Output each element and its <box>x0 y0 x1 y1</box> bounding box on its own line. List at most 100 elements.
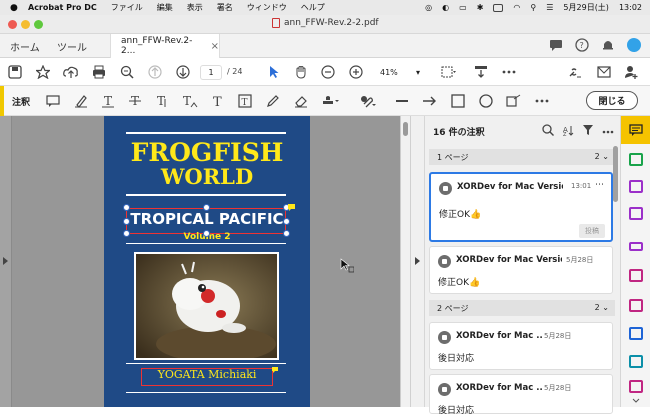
close-annotation-button[interactable]: 閉じる <box>586 91 638 110</box>
hand-tool-icon[interactable] <box>292 63 310 81</box>
more-options-icon[interactable] <box>602 124 614 139</box>
avatar[interactable] <box>626 37 642 53</box>
minimize-window-button[interactable] <box>21 20 30 29</box>
page-up-icon[interactable] <box>146 63 164 81</box>
resize-handle[interactable] <box>203 204 210 211</box>
document-canvas[interactable]: FROGFISH WORLD TROPICAL PACIFIC Volume 2 <box>0 116 410 407</box>
page-number-input[interactable]: 1 <box>200 65 222 80</box>
text-box-icon[interactable]: T <box>236 92 254 110</box>
edit-pdf-icon[interactable] <box>629 207 643 220</box>
expand-left-icon[interactable] <box>2 256 10 266</box>
rectangle-icon[interactable] <box>449 92 467 110</box>
menu-help[interactable]: ヘルプ <box>301 2 325 13</box>
scroll-thumb[interactable] <box>613 146 618 202</box>
scan-icon[interactable] <box>629 327 643 340</box>
forms-icon[interactable] <box>629 242 643 251</box>
resize-handle[interactable] <box>123 218 130 225</box>
comment-marker-icon[interactable] <box>288 204 296 212</box>
menu-date[interactable]: 5月29日(土) <box>563 2 609 13</box>
filter-icon[interactable] <box>582 124 594 139</box>
sort-icon[interactable]: AZ <box>562 124 574 139</box>
menu-app-name[interactable]: Acrobat Pro DC <box>28 3 97 12</box>
zoom-minus-icon[interactable] <box>319 63 337 81</box>
tab-document[interactable]: ann_FFW-Rev.2-2... × <box>110 34 220 58</box>
menu-edit[interactable]: 編集 <box>157 2 173 13</box>
arrow-icon[interactable] <box>421 92 439 110</box>
eraser-icon[interactable] <box>292 92 310 110</box>
resize-handle[interactable] <box>123 204 130 211</box>
comment-bubble-icon[interactable] <box>548 37 564 53</box>
creative-cloud-icon[interactable]: ◎ <box>425 3 432 12</box>
sticky-note-icon[interactable] <box>44 92 62 110</box>
comment-card[interactable]: XORDev for Mac ... 5月28日 後日対応 <box>429 374 613 416</box>
protect-icon[interactable] <box>629 380 643 393</box>
add-user-icon[interactable] <box>622 63 640 81</box>
pdf-page[interactable]: FROGFISH WORLD TROPICAL PACIFIC Volume 2 <box>104 116 310 407</box>
tab-home[interactable]: ホーム <box>10 34 40 58</box>
scroll-mode-icon[interactable] <box>472 63 490 81</box>
zoom-out-icon[interactable] <box>118 63 136 81</box>
comment-marker-icon[interactable] <box>272 367 279 374</box>
resize-handle[interactable] <box>123 230 130 237</box>
menu-window[interactable]: ウィンドウ <box>247 2 287 13</box>
zoom-plus-icon[interactable] <box>347 63 365 81</box>
resize-handle[interactable] <box>203 230 210 237</box>
email-icon[interactable] <box>595 63 613 81</box>
panel-scrollbar[interactable] <box>611 146 619 407</box>
bell-icon[interactable] <box>600 37 616 53</box>
star-icon[interactable] <box>34 63 52 81</box>
control-center-icon[interactable]: ☰ <box>546 3 553 12</box>
zoom-select[interactable]: 41% ▾ <box>376 65 424 80</box>
wifi-icon[interactable]: ◠ <box>513 3 520 12</box>
scroll-thumb[interactable] <box>403 122 408 136</box>
resize-handle[interactable] <box>283 230 290 237</box>
more-options-icon[interactable] <box>500 63 518 81</box>
chevron-down-icon[interactable] <box>632 398 640 404</box>
more-annotation-tools-icon[interactable] <box>533 92 551 110</box>
bluetooth-icon[interactable]: ✱ <box>477 3 484 12</box>
text-strikethrough-icon[interactable]: T <box>126 92 144 110</box>
text-insert-icon[interactable]: T <box>181 92 199 110</box>
fit-page-icon[interactable] <box>440 63 458 81</box>
comment-card-active[interactable]: XORDev for Mac Version 13:01 ⋯ 修正OK👍 投稿 <box>429 172 613 242</box>
post-button[interactable]: 投稿 <box>579 224 605 238</box>
organize-pages-icon[interactable] <box>629 299 643 312</box>
apple-icon[interactable]: ● <box>10 3 20 13</box>
export-pdf-icon[interactable] <box>629 153 643 166</box>
attach-icon[interactable] <box>359 92 377 110</box>
create-pdf-icon[interactable] <box>629 180 643 193</box>
highlighter-icon[interactable] <box>72 92 90 110</box>
select-cursor-icon[interactable] <box>265 63 283 81</box>
link-sign-icon[interactable] <box>566 63 584 81</box>
ellipse-icon[interactable] <box>477 92 495 110</box>
display-icon[interactable]: ▭ <box>459 3 467 12</box>
menu-file[interactable]: ファイル <box>111 2 143 13</box>
menu-time[interactable]: 13:02 <box>619 3 642 12</box>
section-page-1[interactable]: 1 ページ 2 ⌄ <box>429 149 615 165</box>
combine-icon[interactable] <box>629 269 643 282</box>
text-underline-icon[interactable]: T <box>99 92 117 110</box>
resize-handle[interactable] <box>283 218 290 225</box>
collapse-panel-strip[interactable] <box>411 116 425 407</box>
document-scrollbar[interactable] <box>400 116 410 407</box>
section-page-2[interactable]: 2 ページ 2 ⌄ <box>429 300 615 316</box>
compress-icon[interactable] <box>629 355 643 368</box>
page-down-icon[interactable] <box>174 63 192 81</box>
help-icon[interactable]: ? <box>574 37 590 53</box>
left-nav-collapsed[interactable] <box>0 116 12 407</box>
comment-tool-button[interactable] <box>621 116 650 144</box>
add-text-icon[interactable]: T <box>209 92 227 110</box>
stamp-icon[interactable] <box>322 92 340 110</box>
save-icon[interactable] <box>6 63 24 81</box>
line-icon[interactable] <box>393 92 411 110</box>
upload-cloud-icon[interactable] <box>62 63 80 81</box>
polygon-icon[interactable] <box>505 92 523 110</box>
print-icon[interactable] <box>90 63 108 81</box>
menu-view[interactable]: 表示 <box>187 2 203 13</box>
close-window-button[interactable] <box>8 20 17 29</box>
collapse-panel-icon[interactable] <box>414 256 422 266</box>
spotlight-icon[interactable]: ⚲ <box>530 3 536 12</box>
zoom-window-button[interactable] <box>34 20 43 29</box>
search-icon[interactable] <box>542 124 554 139</box>
comment-card[interactable]: XORDev for Mac Version 5月28日 修正OK👍 <box>429 246 613 294</box>
